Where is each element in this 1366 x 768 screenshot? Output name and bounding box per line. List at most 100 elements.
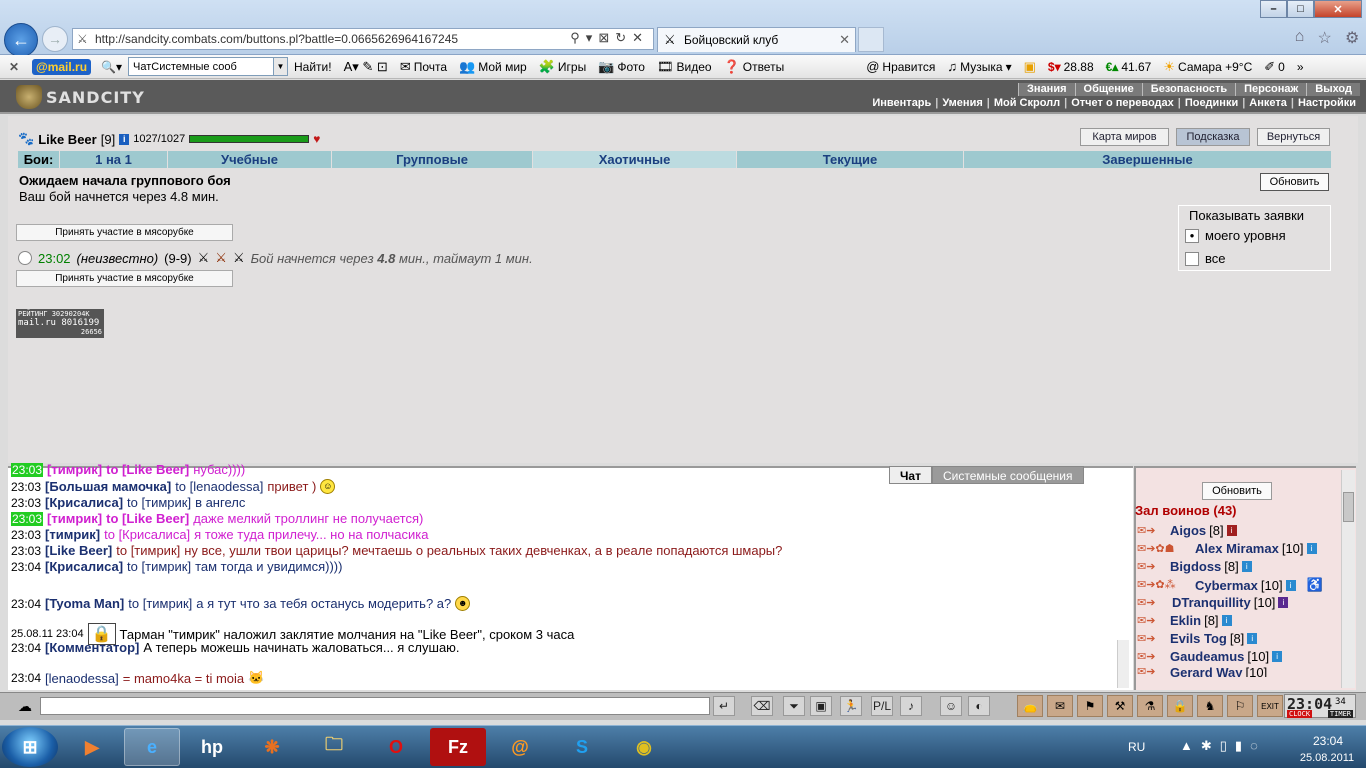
tools-icon[interactable]: ⚒ — [1107, 695, 1133, 717]
msg-time[interactable]: 23:03 — [11, 462, 44, 477]
warrior-name[interactable]: Alex Miramax — [1195, 541, 1279, 556]
address-tools-icon[interactable]: ⚲▾⊠↻✕ — [570, 30, 649, 46]
submenu-skills[interactable]: Умения — [938, 97, 986, 110]
info-icon[interactable]: i — [1285, 579, 1296, 591]
flag-icon[interactable]: ⚐ — [1227, 695, 1253, 717]
maximize-button[interactable]: □ — [1287, 0, 1314, 18]
find-button[interactable]: Найти! — [288, 60, 338, 74]
toolbar-counter[interactable]: ✐ 0 — [1258, 59, 1291, 75]
tab-close-icon[interactable]: ✕ — [839, 32, 850, 48]
refresh-button[interactable]: Обновить — [1260, 173, 1329, 191]
toolbar-more-icon[interactable]: » — [1291, 60, 1310, 74]
clock-label[interactable]: CLOCK — [1287, 710, 1313, 718]
msg-time[interactable]: 23:03 — [11, 528, 41, 542]
info-icon[interactable]: i — [1241, 561, 1252, 572]
msg-time[interactable]: 23:03 — [11, 544, 41, 558]
msg-time[interactable]: 23:04 — [11, 560, 41, 574]
media-player-icon[interactable]: ▶ — [64, 728, 120, 766]
flask-icon[interactable]: ⚗ — [1137, 695, 1163, 717]
smile-toolbar-icon[interactable]: ☺ — [940, 696, 962, 716]
msg-nick[interactable]: [Like Beer] — [45, 543, 112, 558]
home-icon[interactable]: ⌂ — [1295, 28, 1305, 48]
chevron-down-icon[interactable]: ▼ — [273, 58, 288, 75]
msg-time[interactable]: 25.08.11 23:04 — [11, 628, 84, 640]
tab-finished[interactable]: Завершенные — [964, 151, 1332, 168]
menu-character[interactable]: Персонаж — [1235, 83, 1307, 96]
submenu-inventory[interactable]: Инвентарь — [868, 97, 935, 110]
msg-time[interactable]: 23:03 — [11, 511, 44, 526]
warriors-scrollbar[interactable] — [1341, 470, 1355, 688]
tab-chat[interactable]: Чат — [889, 466, 932, 484]
filezilla-icon[interactable]: Fz — [430, 728, 486, 766]
world-map-button[interactable]: Карта миров — [1080, 128, 1169, 146]
submenu-duels[interactable]: Поединки — [1181, 97, 1242, 110]
send-icon[interactable]: ↵ — [713, 696, 735, 716]
msg-nick[interactable]: [Большая мамочка] — [45, 479, 171, 494]
flower-app-icon[interactable]: ❋ — [244, 728, 300, 766]
tab-1vs1[interactable]: 1 на 1 — [60, 151, 168, 168]
toolbar-item-myworld[interactable]: 👥 Мой мир — [453, 59, 533, 75]
warrior-name[interactable]: DTranquillity — [1172, 595, 1251, 610]
msg-nick[interactable]: [Комментатор] — [45, 640, 139, 655]
warrior-item[interactable]: ✉➔ Gaudeamus [10] i — [1137, 649, 1283, 664]
toolbar-item-mail[interactable]: ✉ Почта — [394, 59, 453, 75]
warrior-item[interactable]: ✉➔ DTranquillity [10] i — [1137, 595, 1289, 610]
info-icon[interactable]: i — [1278, 597, 1289, 608]
msg-nick[interactable]: [Tyoma Man] — [45, 596, 124, 611]
party-icon[interactable]: ♞ — [1197, 695, 1223, 717]
skype-icon[interactable]: S — [554, 728, 610, 766]
msg-to[interactable]: to [тимрик] — [127, 495, 191, 510]
lock-icon[interactable]: 🔒 — [1167, 695, 1193, 717]
toolbar-item-answers[interactable]: ❓ Ответы — [718, 59, 791, 75]
msg-time[interactable]: 23:04 — [11, 641, 41, 655]
windows-start-button[interactable]: ⊞ — [2, 727, 58, 767]
eraser-icon[interactable]: ⌫ — [751, 696, 773, 716]
msg-nick[interactable]: [тимрик] — [47, 462, 102, 477]
new-tab-button[interactable] — [858, 27, 884, 52]
warrior-name[interactable]: Eklin — [1170, 613, 1201, 628]
bag-icon[interactable]: 👝 — [1017, 695, 1043, 717]
chat-input[interactable] — [40, 697, 710, 715]
warrior-name[interactable]: Bigdoss — [1170, 559, 1221, 574]
battle-radio-icon[interactable] — [18, 251, 32, 265]
tab-chaotic[interactable]: Хаотичные — [533, 151, 737, 168]
back-button[interactable]: ← — [4, 23, 38, 57]
folder-icon[interactable]: 🗀 — [306, 728, 362, 766]
msg-nick[interactable]: [тимрик] — [47, 511, 102, 526]
tab-system-messages[interactable]: Системные сообщения — [931, 466, 1084, 484]
warrior-name[interactable]: Gerard Way — [1170, 667, 1243, 677]
info-icon[interactable]: i — [1247, 633, 1258, 644]
submenu-profile[interactable]: Анкета — [1245, 97, 1291, 110]
msg-time[interactable]: 23:03 — [11, 496, 41, 510]
toolbar-item-music[interactable]: ♫ Музыка ▾ — [941, 59, 1017, 74]
quest-icon[interactable]: ⚑ — [1077, 695, 1103, 717]
mail-action-icon[interactable]: ✉ — [1047, 695, 1073, 717]
runner-icon[interactable]: 🏃 — [840, 696, 862, 716]
tray-icons[interactable]: ▲✱▯▮◌ — [1180, 738, 1266, 754]
menu-knowledge[interactable]: Знания — [1018, 83, 1075, 96]
info-icon[interactable]: i — [1221, 615, 1232, 626]
private-icon[interactable]: ✉➔ — [1137, 650, 1167, 664]
minimize-button[interactable]: – — [1260, 0, 1287, 18]
close-window-button[interactable]: ✕ — [1314, 0, 1362, 18]
warrior-name[interactable]: Cybermax — [1195, 578, 1258, 593]
mailru-rating-counter[interactable]: РЕЙТИНГ 30290204К mail.ru 8016199 26656 — [16, 309, 104, 338]
toolbar-item-games[interactable]: 🧩 Игры — [533, 59, 593, 75]
msg-to[interactable]: to [Like Beer] — [106, 511, 189, 526]
radio-unchecked-icon[interactable] — [1185, 251, 1199, 266]
highlight-icon[interactable]: A▾ ✎ ⊡ — [338, 59, 394, 75]
hint-button[interactable]: Подсказка — [1176, 128, 1250, 146]
favorites-icon[interactable]: ☆ — [1317, 28, 1331, 48]
private-icon[interactable]: ✉➔ — [1137, 667, 1167, 677]
warrior-item[interactable]: ✉➔ Aigos [8] i — [1137, 523, 1237, 538]
private-icon[interactable]: ✉➔ — [1137, 524, 1167, 538]
language-indicator[interactable]: RU — [1128, 740, 1145, 754]
clear-icon[interactable]: ◐ — [968, 696, 990, 716]
toolbar-item-like[interactable]: @ Нравится — [860, 59, 941, 74]
msg-to[interactable]: to [Like Beer] — [106, 462, 189, 477]
private-line-icon[interactable]: P/L — [871, 696, 893, 716]
msg-nick[interactable]: [тимрик] — [45, 527, 100, 542]
return-button[interactable]: Вернуться — [1257, 128, 1330, 146]
warrior-item[interactable]: ✉➔ Evils Tog [8] i — [1137, 631, 1258, 646]
submenu-settings[interactable]: Настройки — [1294, 97, 1360, 110]
